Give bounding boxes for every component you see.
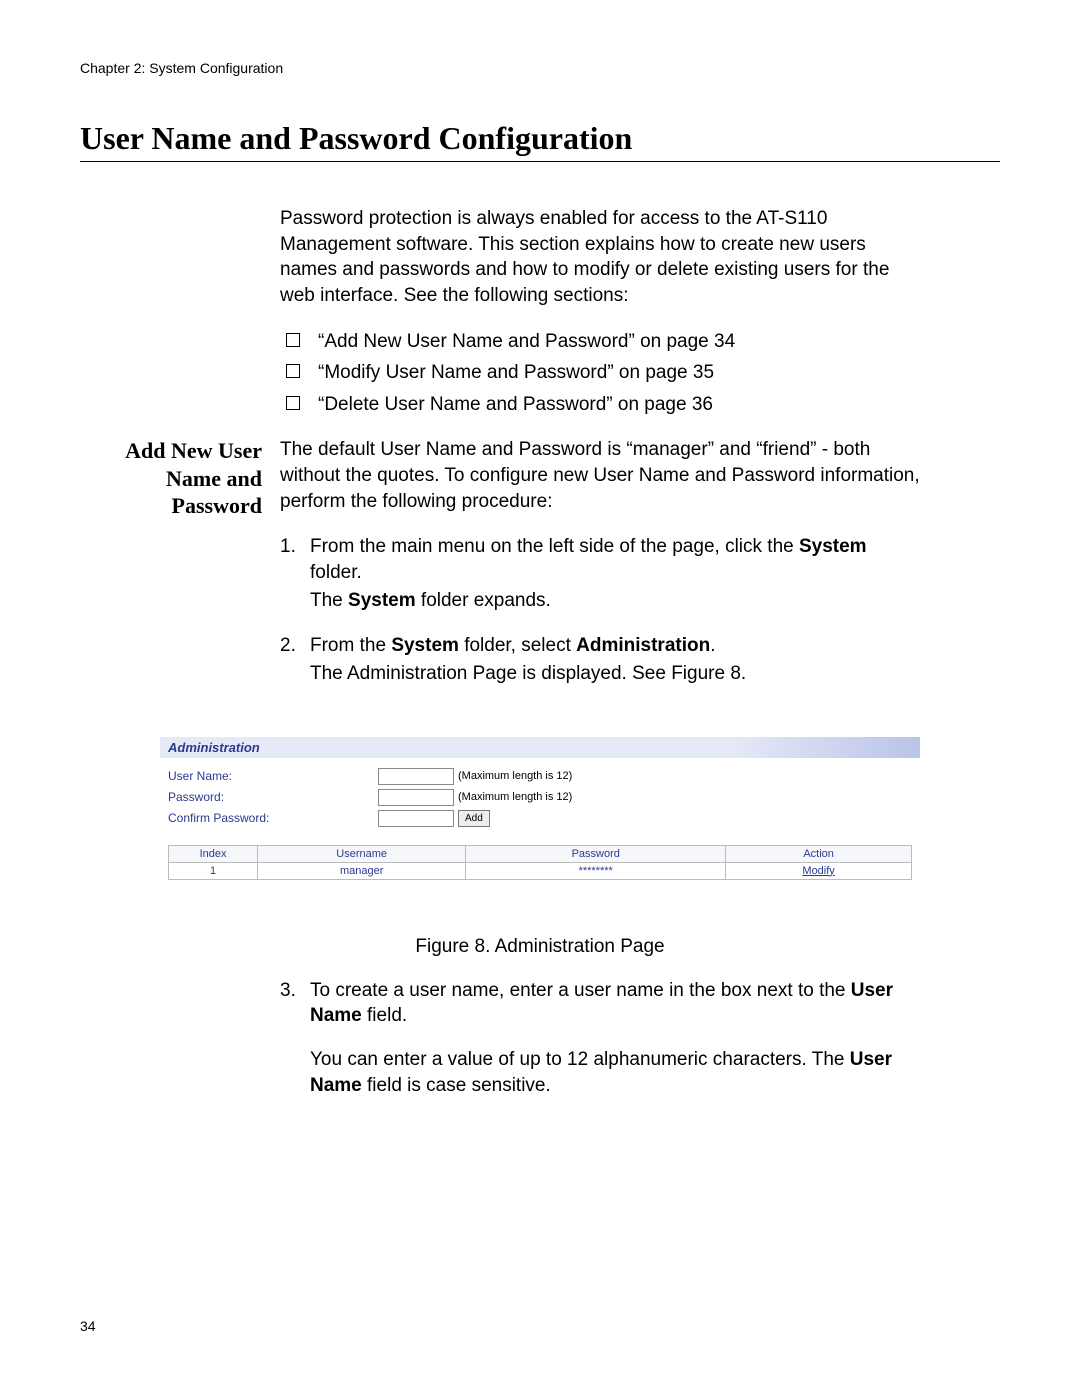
section-links-list: “Add New User Name and Password” on page… <box>280 329 920 418</box>
add-button[interactable]: Add <box>458 810 490 827</box>
step-subtext: The Administration Page is displayed. Se… <box>310 661 920 687</box>
username-row: User Name: (Maximum length is 12) <box>168 768 912 785</box>
step-subtext: folder expands. <box>416 590 551 611</box>
step-text: folder, select <box>459 635 576 656</box>
square-bullet-icon <box>286 333 300 347</box>
step-number: 2. <box>280 633 310 686</box>
section-link-text: “Modify User Name and Password” on page … <box>318 360 714 386</box>
bold-system: System <box>799 536 867 557</box>
subsection-heading: Add New User Name and Password <box>80 437 280 706</box>
step-note: You can enter a value of up to 12 alphan… <box>310 1049 850 1070</box>
square-bullet-icon <box>286 396 300 410</box>
admin-panel-title: Administration <box>160 737 920 758</box>
procedure-steps-cont: 3. To create a user name, enter a user n… <box>280 978 920 1099</box>
section-title: User Name and Password Configuration <box>80 120 1000 157</box>
username-label: User Name: <box>168 769 378 783</box>
step-1: 1. From the main menu on the left side o… <box>280 534 920 613</box>
step-note: field is case sensitive. <box>362 1075 551 1096</box>
step-number: 1. <box>280 534 310 613</box>
intro-paragraph: Password protection is always enabled fo… <box>280 206 920 309</box>
modify-link[interactable]: Modify <box>802 865 834 877</box>
username-hint: (Maximum length is 12) <box>458 770 572 782</box>
password-hint: (Maximum length is 12) <box>458 791 572 803</box>
table-row: 1 manager ******** Modify <box>169 862 912 879</box>
step-text: From the <box>310 635 391 656</box>
admin-screenshot: Administration User Name: (Maximum lengt… <box>160 737 920 886</box>
confirm-password-label: Confirm Password: <box>168 811 378 825</box>
section-link-item: “Delete User Name and Password” on page … <box>286 392 920 418</box>
bold-administration: Administration <box>576 635 710 656</box>
bold-system: System <box>391 635 459 656</box>
step-text: . <box>710 635 715 656</box>
step-text: field. <box>362 1005 407 1026</box>
cell-index: 1 <box>169 862 258 879</box>
step-subtext: The <box>310 590 348 611</box>
bold-system: System <box>348 590 416 611</box>
cell-username: manager <box>258 862 466 879</box>
password-label: Password: <box>168 790 378 804</box>
confirm-password-input[interactable] <box>378 810 454 827</box>
col-username: Username <box>258 845 466 862</box>
confirm-password-row: Confirm Password: Add <box>168 810 912 827</box>
step-number: 3. <box>280 978 310 1099</box>
col-password: Password <box>466 845 726 862</box>
password-input[interactable] <box>378 789 454 806</box>
step-3: 3. To create a user name, enter a user n… <box>280 978 920 1099</box>
step-text: To create a user name, enter a user name… <box>310 980 851 1001</box>
section-link-item: “Add New User Name and Password” on page… <box>286 329 920 355</box>
subsection-intro: The default User Name and Password is “m… <box>280 437 920 514</box>
page-number: 34 <box>80 1318 1000 1334</box>
section-link-item: “Modify User Name and Password” on page … <box>286 360 920 386</box>
step-text: From the main menu on the left side of t… <box>310 536 799 557</box>
step-text: folder. <box>310 562 362 583</box>
chapter-header: Chapter 2: System Configuration <box>80 60 1000 76</box>
margin-blank-1 <box>80 206 280 437</box>
section-link-text: “Delete User Name and Password” on page … <box>318 392 713 418</box>
procedure-steps: 1. From the main menu on the left side o… <box>280 534 920 686</box>
cell-password: ******** <box>466 862 726 879</box>
section-link-text: “Add New User Name and Password” on page… <box>318 329 735 355</box>
password-row: Password: (Maximum length is 12) <box>168 789 912 806</box>
step-2: 2. From the System folder, select Admini… <box>280 633 920 686</box>
users-table: Index Username Password Action 1 manager… <box>168 845 912 880</box>
margin-blank-2 <box>80 978 280 1119</box>
col-action: Action <box>726 845 912 862</box>
username-input[interactable] <box>378 768 454 785</box>
title-rule <box>80 161 1000 162</box>
figure-caption: Figure 8. Administration Page <box>80 936 1000 958</box>
col-index: Index <box>169 845 258 862</box>
square-bullet-icon <box>286 364 300 378</box>
